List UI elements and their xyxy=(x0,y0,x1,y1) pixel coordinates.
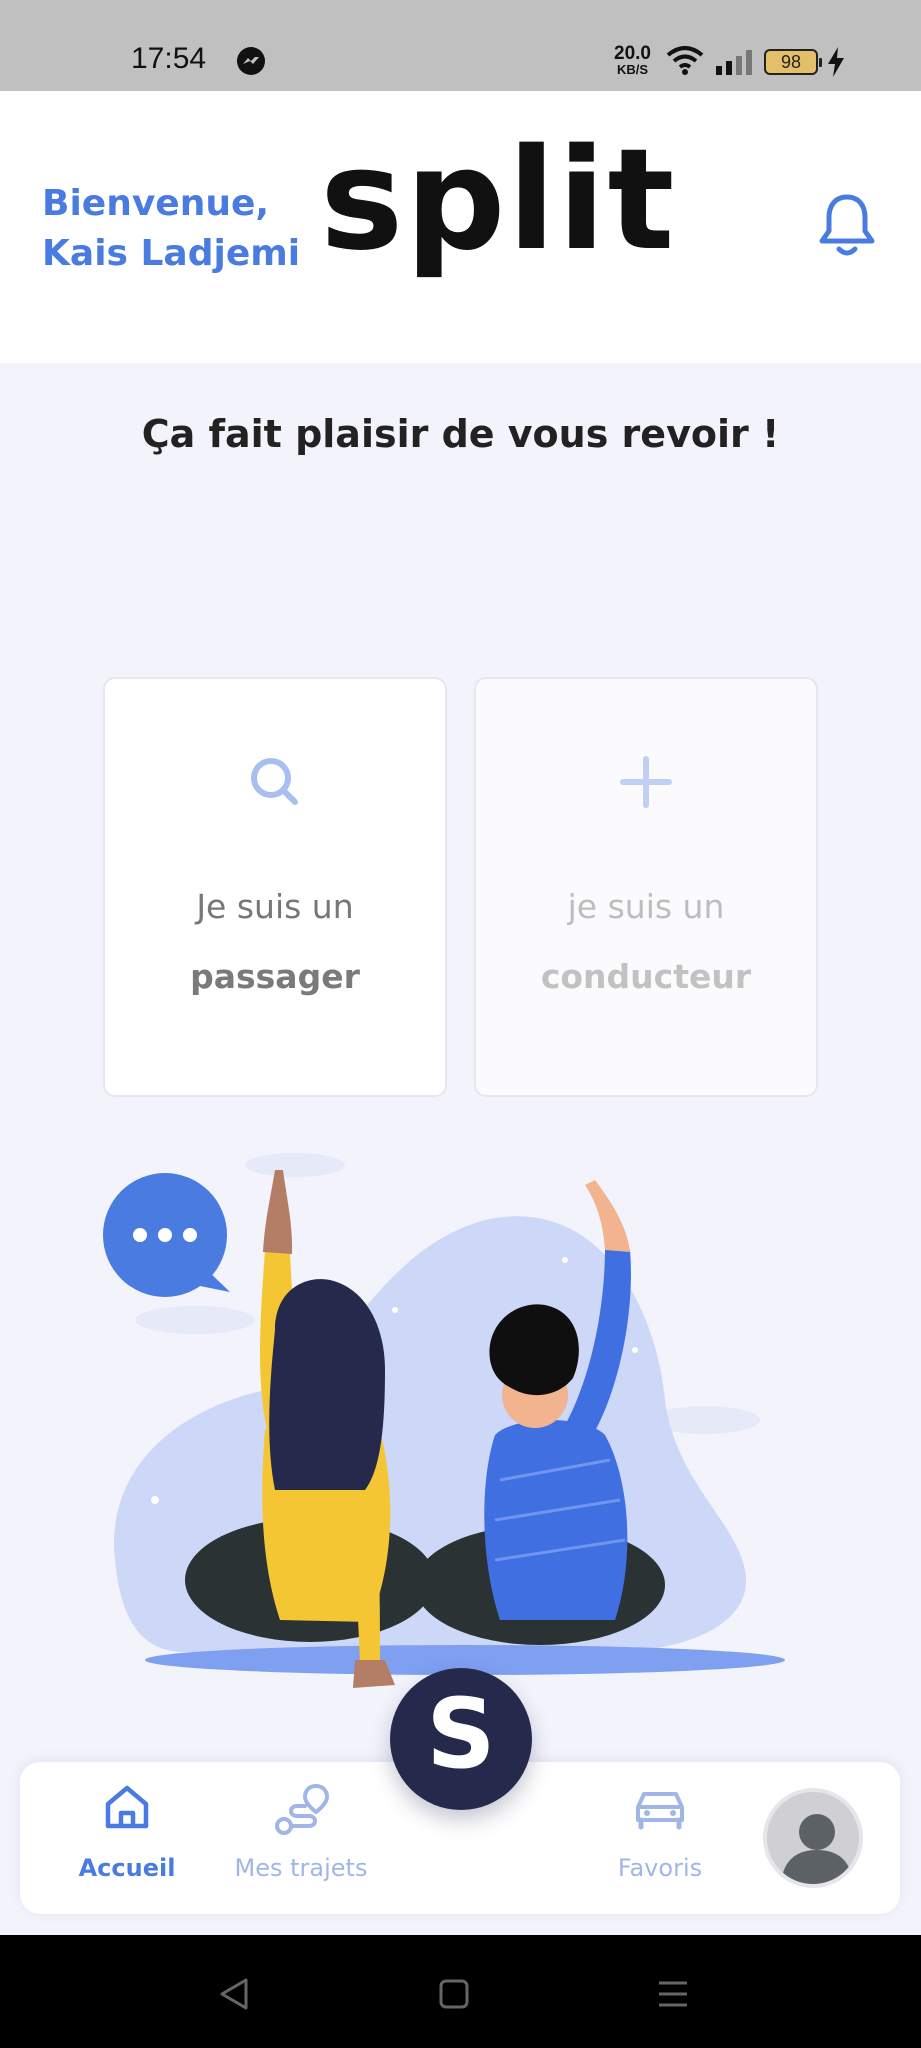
user-name: Kais Ladjemi xyxy=(42,233,301,274)
back-icon[interactable] xyxy=(218,1977,250,2011)
welcome-message: Ça fait plaisir de vous revoir ! xyxy=(141,412,780,456)
passenger-card[interactable]: Je suis un passager xyxy=(103,677,447,1097)
search-icon xyxy=(251,758,298,805)
battery-indicator: 98 xyxy=(764,49,822,75)
greeting: Bienvenue, Kais Ladjemi xyxy=(42,179,300,279)
nav-label-accueil: Accueil xyxy=(78,1854,176,1882)
nav-label-mes-trajets: Mes trajets xyxy=(234,1854,368,1882)
route-icon xyxy=(275,1783,329,1835)
status-bar: 17:54 20.0 KB/S 98 xyxy=(0,0,921,91)
split-fab-button[interactable]: S xyxy=(390,1668,532,1810)
home-square-icon[interactable] xyxy=(438,1977,470,2011)
home-icon xyxy=(105,1785,149,1829)
driver-card-line2: conducteur xyxy=(540,957,752,996)
status-time: 17:54 xyxy=(131,42,207,75)
network-speed: 20.0 KB/S xyxy=(614,43,651,77)
notification-bell-icon[interactable] xyxy=(815,191,879,261)
passenger-card-line1: Je suis un xyxy=(196,887,354,926)
wifi-icon xyxy=(666,46,704,75)
profile-avatar[interactable] xyxy=(763,1788,863,1888)
charging-icon xyxy=(828,47,844,77)
car-icon xyxy=(636,1792,684,1830)
nav-item-accueil[interactable]: Accueil xyxy=(47,1762,207,1914)
greeting-line-1: Bienvenue, xyxy=(42,183,270,224)
nav-label-favoris: Favoris xyxy=(617,1854,703,1882)
header: Bienvenue, Kais Ladjemi split xyxy=(0,91,921,363)
fab-letter: S xyxy=(426,1678,496,1790)
plus-icon xyxy=(620,756,672,808)
nav-item-favoris[interactable]: Favoris xyxy=(565,1762,755,1914)
driver-card-line1: je suis un xyxy=(567,887,725,926)
user-avatar-icon xyxy=(781,1814,853,1884)
app-logo: split xyxy=(320,119,677,282)
signal-icon xyxy=(716,50,752,75)
system-navigation-bar xyxy=(0,1935,921,2048)
recent-apps-icon[interactable] xyxy=(656,1977,690,2011)
driver-card[interactable]: je suis un conducteur xyxy=(474,677,818,1097)
passenger-card-line2: passager xyxy=(190,957,360,996)
people-pointing-illustration xyxy=(103,1153,785,1688)
messenger-icon xyxy=(237,47,265,75)
nav-item-mes-trajets[interactable]: Mes trajets xyxy=(207,1762,395,1914)
